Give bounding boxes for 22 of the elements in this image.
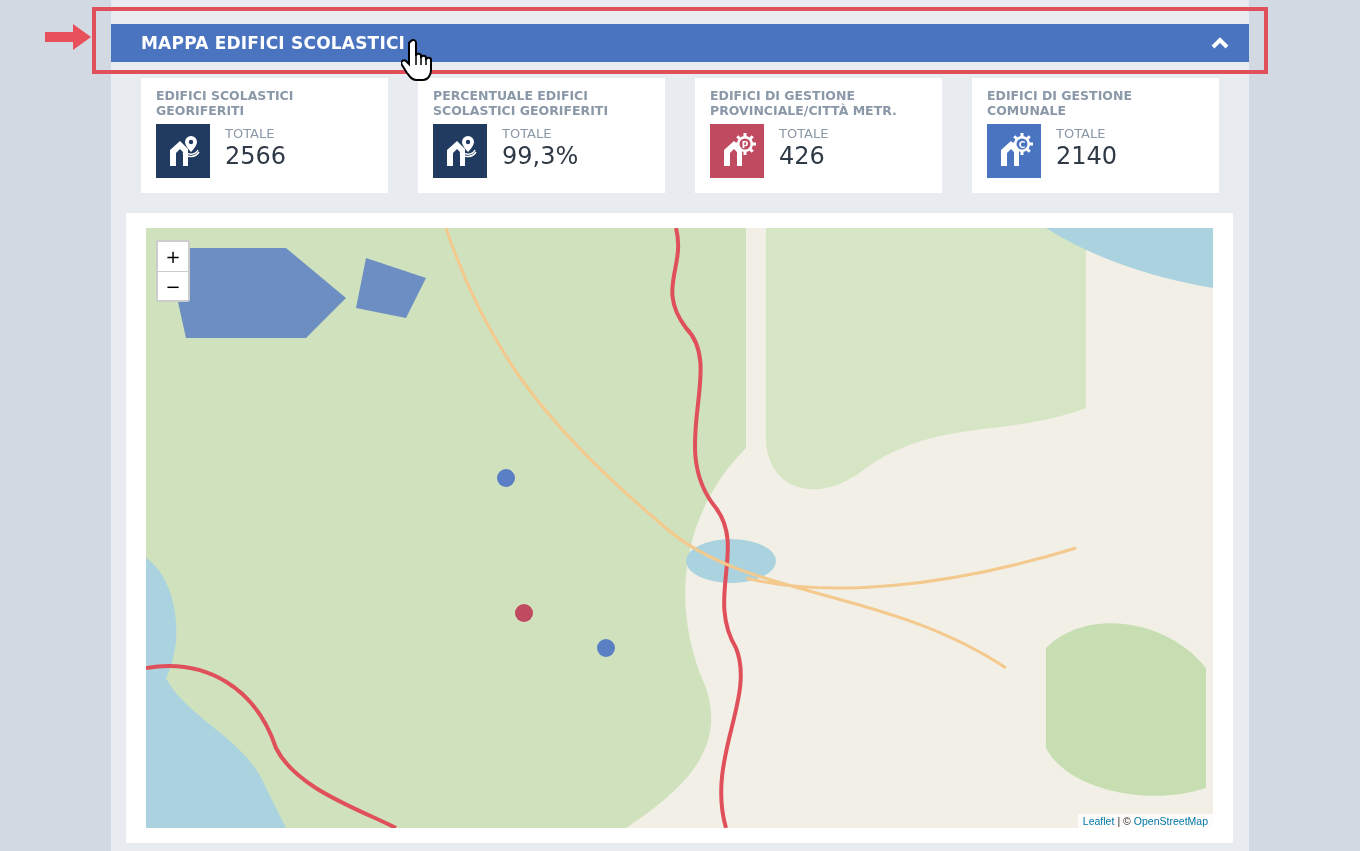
section-title: MAPPA EDIFICI SCOLASTICI xyxy=(141,33,406,53)
stat-label: TOTALE xyxy=(1056,126,1107,141)
stat-value: 426 xyxy=(779,142,826,170)
building-gear-icon: P xyxy=(710,124,764,178)
arrow-icon xyxy=(45,24,91,50)
stat-value: 2566 xyxy=(225,142,287,170)
building-gear-icon: C xyxy=(987,124,1041,178)
separator: | xyxy=(1117,815,1121,827)
stat-title: EDIFICI DI GESTIONE COMUNALE xyxy=(987,88,1133,118)
attribution-link[interactable]: Leaflet xyxy=(1082,815,1115,827)
stat-label: TOTALE xyxy=(502,126,553,141)
stat-value: 2140 xyxy=(1056,142,1118,170)
attribution-link[interactable]: OpenStreetMap xyxy=(1133,815,1208,827)
copyright-sign: © xyxy=(1123,815,1131,827)
stat-title: PERCENTUALE EDIFICI SCOLASTICI GEORIFERITI xyxy=(433,88,610,118)
zoom-out-button[interactable]: − xyxy=(158,271,188,300)
stat-label: TOTALE xyxy=(779,126,829,141)
stat-title: EDIFICI DI GESTIONE PROVINCIALE/CITTÀ METR. xyxy=(710,88,898,118)
stat-value: 99,3% xyxy=(502,142,579,170)
stat-title: EDIFICI SCOLASTICI GEORIFERITI xyxy=(156,88,295,118)
stat-label: TOTALE xyxy=(225,126,276,141)
collapse-icon[interactable] xyxy=(1211,37,1229,49)
